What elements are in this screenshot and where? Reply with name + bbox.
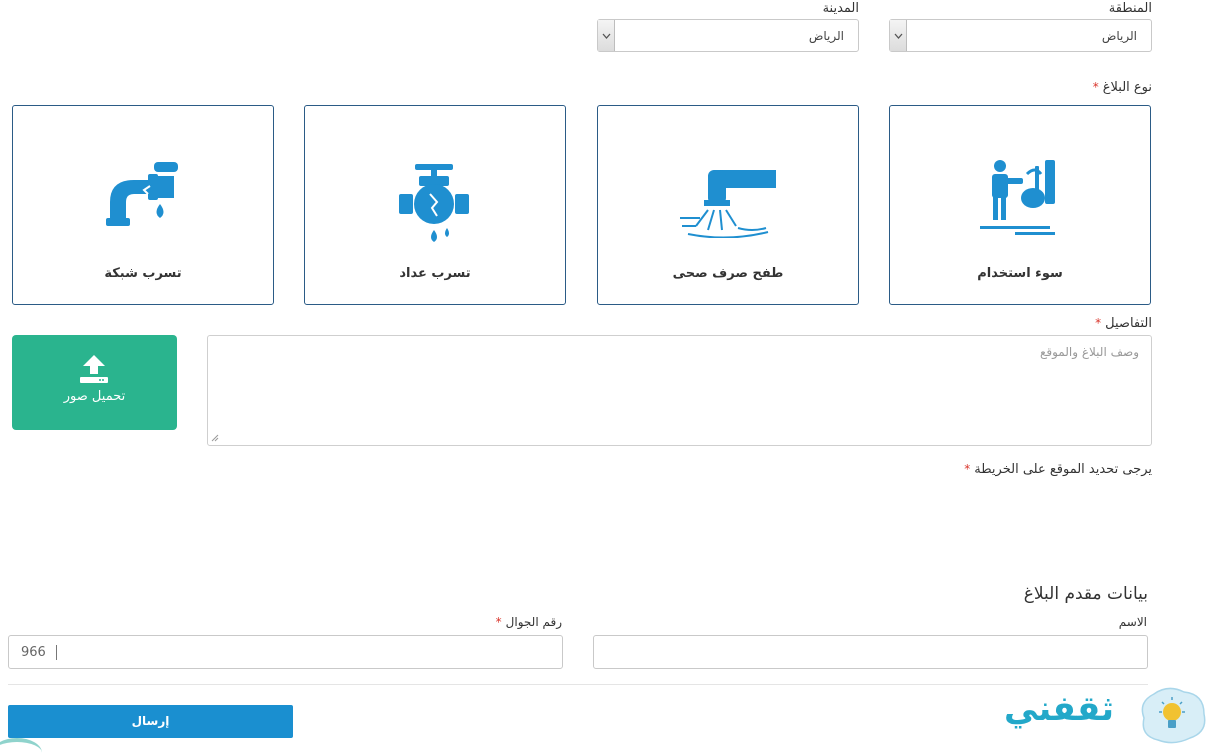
map-label-text: يرجى تحديد الموقع على الخريطة: [974, 462, 1152, 477]
region-select-value: الرياض: [1101, 28, 1137, 43]
upload-label: تحميل صور: [63, 389, 126, 404]
details-placeholder: وصف البلاغ والموقع: [1039, 345, 1139, 359]
report-type-label: طفح صرف صحى: [672, 266, 784, 281]
submit-button[interactable]: إرسال: [8, 705, 293, 738]
resize-handle-icon[interactable]: [211, 434, 219, 442]
section-divider: [8, 684, 1148, 685]
details-label-text: التفاصيل: [1105, 316, 1152, 331]
city-select[interactable]: الرياض: [597, 19, 859, 52]
report-type-label: تسرب شبكة: [104, 266, 182, 281]
required-mark: *: [1092, 80, 1099, 94]
required-mark: *: [495, 615, 502, 629]
details-label: التفاصيل*: [1095, 316, 1152, 331]
required-mark: *: [1095, 316, 1102, 330]
reporter-heading: بيانات مقدم البلاغ: [1023, 584, 1148, 604]
decorative-arc: [0, 738, 42, 755]
chevron-down-icon: [890, 20, 907, 51]
report-type-option-meter-leak[interactable]: تسرب عداد: [304, 105, 566, 305]
lightbulb-icon: [1141, 687, 1206, 744]
required-mark: *: [964, 462, 971, 476]
city-select-value: الرياض: [808, 28, 844, 43]
misuse-icon: [980, 160, 1055, 235]
name-input[interactable]: [593, 635, 1148, 669]
phone-input[interactable]: 966: [8, 635, 563, 669]
report-type-label: تسرب عداد: [399, 266, 471, 281]
report-type-option-network-leak[interactable]: تسرب شبكة: [12, 105, 274, 305]
report-type-option-misuse[interactable]: سوء استخدام: [889, 105, 1151, 305]
report-type-label: نوع البلاغ*: [1093, 80, 1152, 95]
meter-leak-icon: [399, 164, 469, 242]
report-type-label: سوء استخدام: [977, 266, 1063, 281]
phone-prefix-divider: [56, 645, 57, 660]
report-type-label-text: نوع البلاغ: [1102, 80, 1152, 95]
phone-label: رقم الجوال*: [496, 615, 562, 629]
watermark-text: ثقفني: [1004, 689, 1114, 729]
watermark-logo: ثقفني: [1004, 684, 1214, 750]
name-label: الاسم: [1118, 615, 1147, 629]
network-leak-icon: [106, 162, 178, 226]
report-type-option-sewage[interactable]: طفح صرف صحى: [597, 105, 859, 305]
details-textarea[interactable]: وصف البلاغ والموقع: [207, 335, 1152, 446]
upload-icon: [80, 355, 108, 383]
chevron-down-icon: [598, 20, 615, 51]
map-label: يرجى تحديد الموقع على الخريطة*: [964, 462, 1152, 477]
region-label: المنطقة: [1108, 1, 1152, 16]
sewage-overflow-icon: [680, 170, 776, 238]
phone-label-text: رقم الجوال: [505, 615, 562, 629]
region-select[interactable]: الرياض: [889, 19, 1152, 52]
phone-prefix: 966: [21, 645, 46, 660]
upload-images-button[interactable]: تحميل صور: [12, 335, 177, 430]
city-label: المدينة: [822, 1, 859, 16]
